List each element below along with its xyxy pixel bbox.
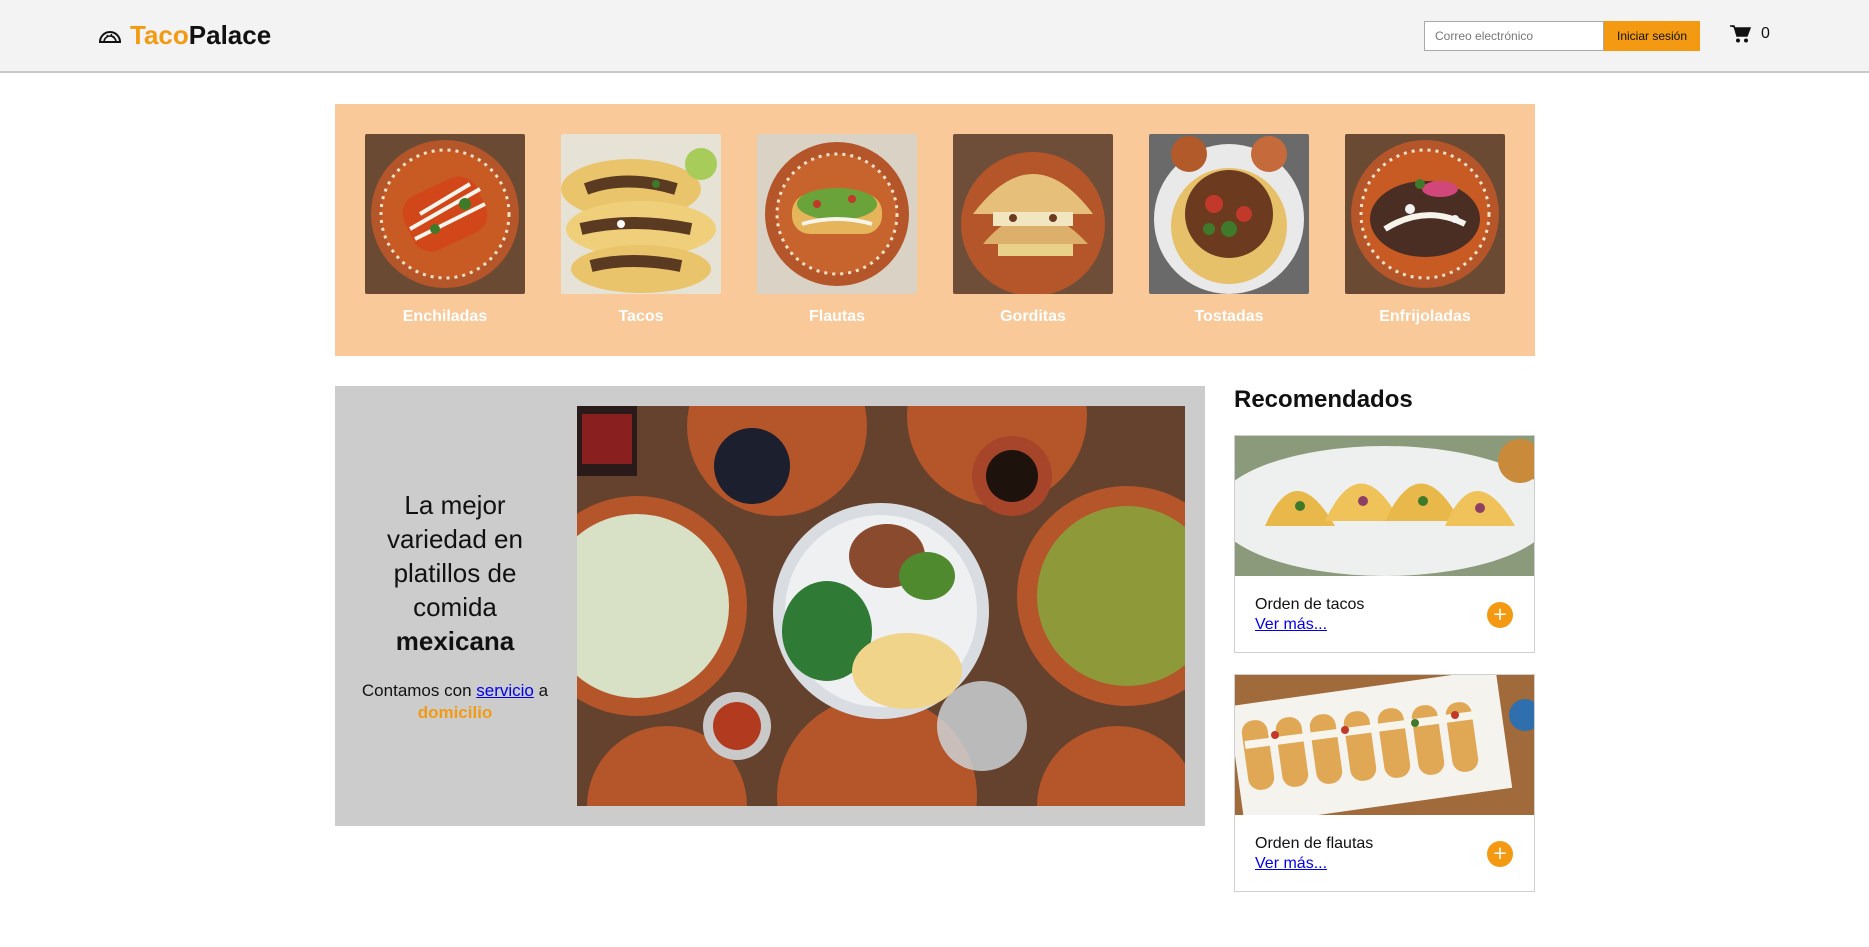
- taco-icon: [98, 30, 122, 43]
- hero-title: La mejor variedad en platillos de comida…: [355, 488, 555, 658]
- add-to-cart-button[interactable]: +: [1487, 602, 1513, 628]
- category-flautas[interactable]: Flautas: [757, 134, 917, 326]
- cart-count: 0: [1761, 25, 1770, 42]
- category-label: Enchiladas: [402, 308, 488, 325]
- category-image: [1345, 134, 1505, 294]
- category-image: [757, 134, 917, 294]
- service-link[interactable]: servicio: [476, 681, 534, 700]
- hero-text: La mejor variedad en platillos de comida…: [355, 488, 555, 724]
- category-image: [561, 134, 721, 294]
- recommended-photo: [1235, 436, 1534, 576]
- category-tostadas[interactable]: Tostadas: [1149, 134, 1309, 326]
- brand-name-taco: Taco: [130, 20, 189, 50]
- brand-name-palace: Palace: [188, 20, 272, 50]
- category-image: [953, 134, 1113, 294]
- recommended-card-flautas: Orden de flautas Ver más... +: [1234, 674, 1535, 892]
- hero-title-line: variedad en: [387, 524, 523, 554]
- hero-title-emphasis: mexicana: [395, 626, 515, 656]
- email-field[interactable]: [1424, 21, 1604, 51]
- hero-title-line: platillos de: [393, 558, 517, 588]
- hero-sub-mid: a: [538, 681, 549, 700]
- see-more-link[interactable]: Ver más...: [1255, 855, 1327, 873]
- recommended-name: Orden de flautas: [1255, 835, 1374, 852]
- hero-subtitle: Contamos con servicio a domicilio: [355, 680, 555, 724]
- cart-button[interactable]: 0: [1729, 24, 1770, 44]
- recommended-card-tacos: Orden de tacos Ver más... +: [1234, 435, 1535, 653]
- category-image: [365, 134, 525, 294]
- category-enchiladas[interactable]: Enchiladas: [365, 134, 525, 326]
- category-label: Gorditas: [1000, 308, 1066, 325]
- hero-sub-prefix: Contamos con: [361, 681, 472, 700]
- login-button[interactable]: Iniciar sesión: [1604, 21, 1700, 51]
- brand-logo[interactable]: Taco Palace: [98, 20, 271, 51]
- recommended-photo: [1235, 675, 1534, 815]
- hero-banner: La mejor variedad en platillos de comida…: [335, 386, 1205, 826]
- hero-title-line: La mejor: [404, 490, 506, 520]
- category-tacos[interactable]: Tacos: [561, 134, 721, 326]
- recommended-title: Recomendados: [1234, 386, 1413, 413]
- hero-image: [577, 406, 1185, 806]
- category-gorditas[interactable]: Gorditas: [953, 134, 1113, 326]
- category-image: [1149, 134, 1309, 294]
- category-label: Tacos: [618, 308, 664, 325]
- hero-title-line: comida: [413, 592, 497, 622]
- cart-icon: [1730, 25, 1751, 43]
- see-more-link[interactable]: Ver más...: [1255, 616, 1327, 634]
- category-strip: Enchiladas Tacos Flautas Gorditas Tostad…: [335, 104, 1535, 356]
- hero-sub-highlight: domicilio: [417, 703, 493, 722]
- recommended-name: Orden de tacos: [1255, 596, 1365, 613]
- category-label: Enfrijoladas: [1379, 308, 1471, 325]
- add-to-cart-button[interactable]: +: [1487, 841, 1513, 867]
- category-enfrijoladas[interactable]: Enfrijoladas: [1345, 134, 1505, 326]
- category-label: Flautas: [808, 308, 865, 325]
- top-navbar: TacoPalace Iniciar sesión 0: [0, 0, 1869, 73]
- category-label: Tostadas: [1194, 308, 1264, 325]
